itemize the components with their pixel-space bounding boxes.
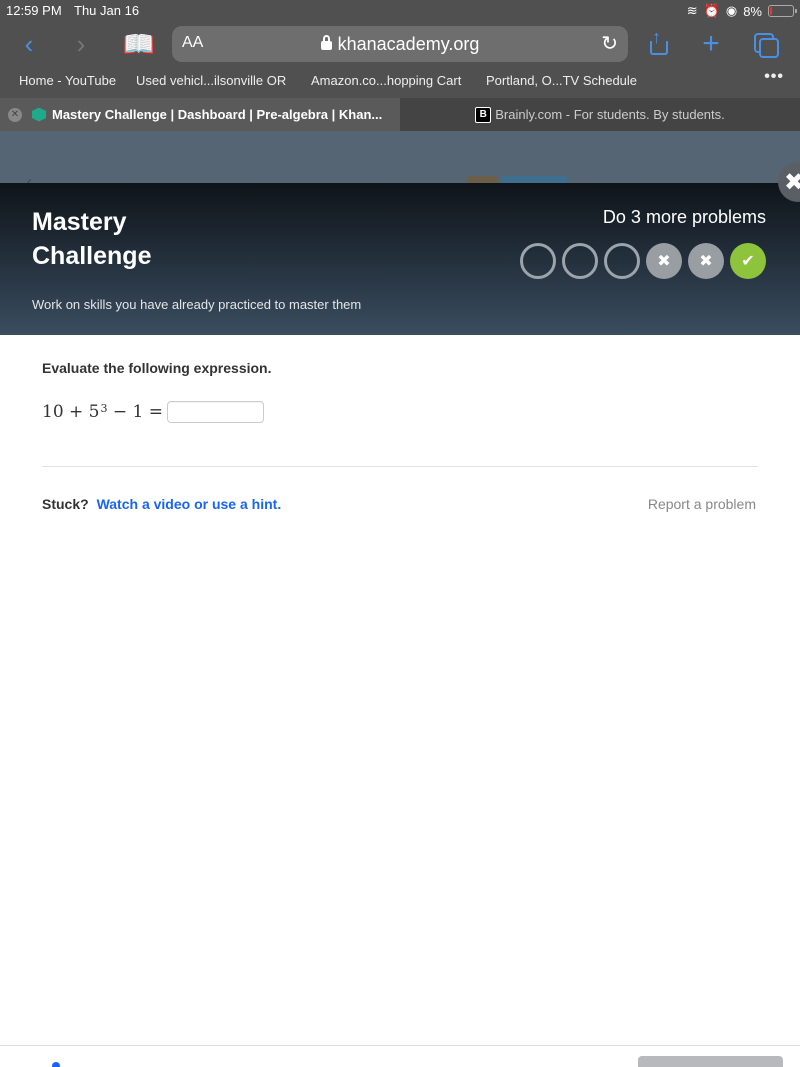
progress-dot-incorrect: ✖: [646, 243, 682, 279]
background-text: ▬▬▬▬▬ ▬▬ ▬▬▬▬ ▬▬▬: [288, 175, 496, 183]
title-line: Mastery: [32, 208, 127, 236]
expression-part: 10 + 5: [42, 402, 100, 422]
modal-title: Mastery Challenge: [32, 205, 232, 273]
progress-dot-incorrect: ✖: [688, 243, 724, 279]
background-text: ✓ ▬▬▬ ▬▬▬▬▬▬▬▬▬: [22, 175, 210, 183]
browser-toolbar: ‹ › 📖 AA khanacademy.org ↻ +: [0, 24, 800, 64]
question-prompt: Evaluate the following expression.: [42, 360, 272, 376]
browser-chrome: 12:59 PM Thu Jan 16 ≋ ⏰ ◉ 8% ‹ › 📖 AA kh…: [0, 0, 800, 131]
status-date: Thu Jan 16: [74, 3, 140, 18]
alarm-icon: ⏰: [703, 3, 720, 18]
background-badge: [467, 176, 497, 183]
help-row: Stuck? Watch a video or use a hint.: [42, 496, 281, 512]
answer-input[interactable]: [167, 401, 265, 423]
background-badge: [501, 176, 567, 183]
rotation-lock-icon: ◉: [725, 3, 738, 18]
brainly-logo-icon: B: [475, 106, 492, 123]
question-area: Evaluate the following expression. 10 + …: [0, 335, 800, 1045]
bookmark-item[interactable]: Amazon.co...hopping Cart: [311, 73, 461, 88]
tab-khan-academy[interactable]: ✕ Mastery Challenge | Dashboard | Pre-al…: [0, 98, 400, 131]
modal-subtitle: Work on skills you have already practice…: [32, 297, 362, 312]
reload-icon[interactable]: ↻: [601, 31, 618, 56]
report-problem-link[interactable]: Report a problem: [648, 496, 756, 512]
show-tabs-button[interactable]: [750, 24, 780, 64]
problems-remaining-label: Do 3 more problems: [602, 207, 766, 227]
lock-icon: [320, 35, 332, 50]
expression-part: − 1 =: [107, 402, 164, 422]
progress-dot-pending: [604, 243, 640, 279]
checkmark-icon: ✔: [741, 253, 755, 270]
forward-button[interactable]: ›: [66, 24, 96, 64]
tab-brainly[interactable]: B Brainly.com - For students. By student…: [400, 98, 800, 131]
chevron-left-icon: ‹: [24, 28, 34, 59]
exponent: 3: [100, 401, 108, 415]
wifi-icon: ≋: [686, 3, 698, 18]
title-line: Challenge: [32, 242, 152, 270]
address-bar[interactable]: AA khanacademy.org ↻: [172, 26, 628, 62]
back-button[interactable]: ‹: [14, 24, 44, 64]
chevron-right-icon: ›: [76, 28, 86, 59]
divider: [42, 466, 758, 467]
bookmark-item[interactable]: Home - YouTube: [19, 73, 116, 88]
progress-indicator: ✖ ✖ ✔: [520, 243, 766, 279]
footer-icon: [52, 1062, 60, 1067]
math-expression: 10 + 53 − 1 =: [42, 401, 265, 423]
tab-title: Mastery Challenge | Dashboard | Pre-alge…: [52, 107, 383, 122]
bookmarks-bar: Home - YouTube Used vehicl...ilsonville …: [0, 68, 800, 92]
close-icon: ✖: [784, 168, 800, 196]
progress-dot-correct: ✔: [730, 243, 766, 279]
progress-dot-pending: [562, 243, 598, 279]
url-text: khanacademy.org: [337, 34, 480, 54]
status-bar: 12:59 PM Thu Jan 16 ≋ ⏰ ◉ 8%: [0, 0, 800, 22]
hint-link[interactable]: Watch a video or use a hint.: [97, 496, 282, 512]
mastery-challenge-header: Mastery Challenge Work on skills you hav…: [0, 183, 800, 335]
url-display[interactable]: khanacademy.org: [172, 34, 628, 55]
tabs-icon: [754, 33, 779, 58]
check-answer-button[interactable]: [638, 1056, 783, 1067]
share-icon: [649, 27, 669, 55]
stuck-label: Stuck?: [42, 496, 89, 512]
book-icon: 📖: [122, 28, 156, 59]
bookmark-item[interactable]: Used vehicl...ilsonville OR: [136, 73, 286, 88]
bookmark-item[interactable]: Portland, O...TV Schedule: [486, 73, 637, 88]
modal-footer: [0, 1045, 800, 1067]
more-bookmarks-icon[interactable]: •••: [764, 68, 784, 86]
plus-icon: +: [702, 27, 720, 60]
x-icon: ✖: [699, 253, 713, 270]
background-page-overlay: ✓ ▬▬▬ ▬▬▬▬▬▬▬▬▬ ▬▬▬▬▬ ▬▬ ▬▬▬▬ ▬▬▬: [0, 131, 800, 183]
battery-percent: 8%: [743, 3, 762, 19]
status-time: 12:59 PM: [6, 3, 62, 18]
share-button[interactable]: [644, 24, 674, 64]
progress-dot-pending: [520, 243, 556, 279]
tab-title: Brainly.com - For students. By students.: [495, 107, 725, 122]
khan-academy-logo-icon: [32, 107, 46, 122]
tab-strip: ✕ Mastery Challenge | Dashboard | Pre-al…: [0, 98, 800, 131]
close-tab-icon[interactable]: ✕: [8, 107, 22, 122]
x-icon: ✖: [657, 253, 671, 270]
status-icons: ≋ ⏰ ◉ 8%: [686, 3, 797, 19]
battery-icon: [768, 5, 797, 17]
new-tab-button[interactable]: +: [696, 24, 726, 64]
bookmarks-button[interactable]: 📖: [122, 24, 156, 64]
